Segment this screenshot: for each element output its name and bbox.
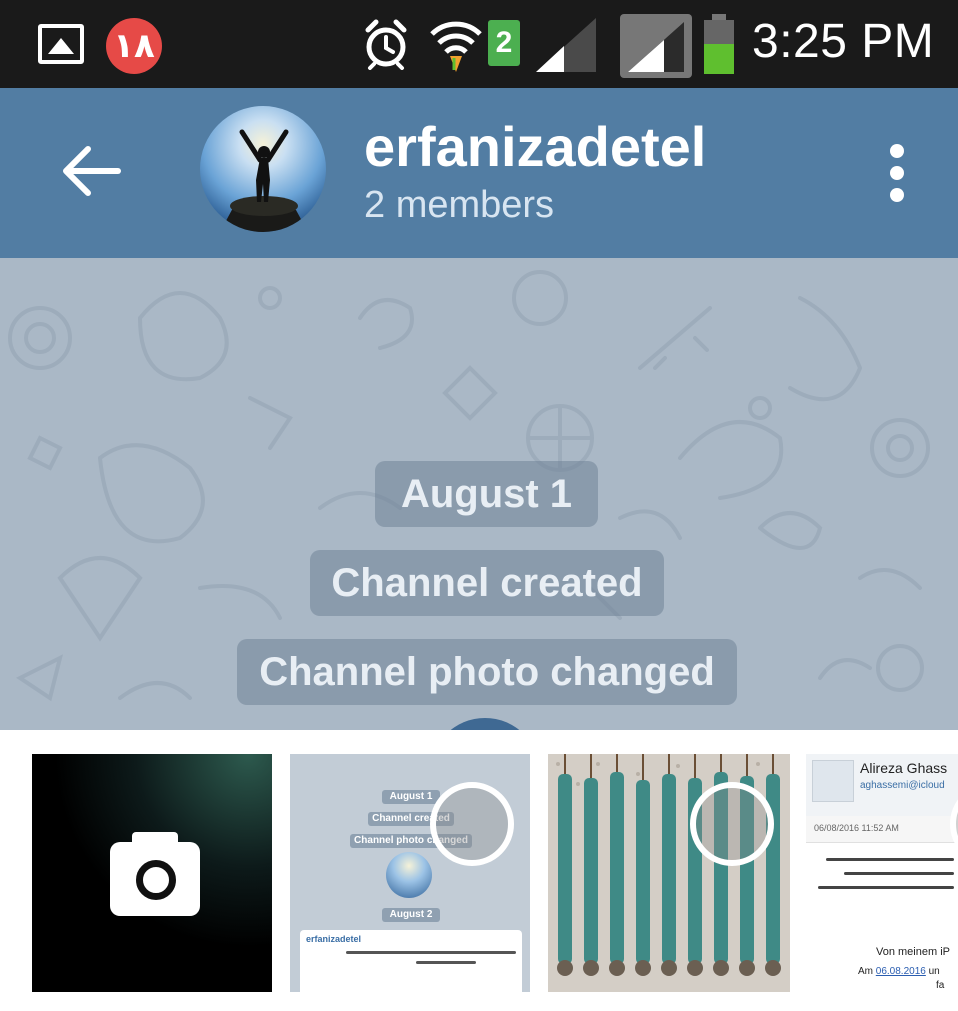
photo-thumbnail-email[interactable]: Alireza Ghass aghassemi@icloud 06/08/201… [806,754,958,992]
sim-slot-badge: 2 [488,20,520,66]
channel-avatar[interactable] [200,106,326,232]
notification-badge: ١٨ [106,18,162,74]
alarm-icon [362,18,410,75]
chat-subtitle: 2 members [364,184,555,226]
mini-service-message: August 2 [382,908,440,922]
status-time: 3:25 PM [752,15,935,68]
signal-icon [534,18,598,79]
email-date: 06/08/2016 11:52 AM [814,823,899,833]
service-message-channel-created: Channel created [310,550,664,616]
email-header: Alireza Ghass aghassemi@icloud [806,754,958,817]
photo-thumbnail-macrame[interactable] [548,754,790,992]
app-bar: erfanizadetel 2 members [0,88,958,258]
chat-title[interactable]: erfanizadetel [364,114,706,179]
mini-avatar [386,852,432,898]
select-circle[interactable] [690,782,774,866]
service-message-photo-changed: Channel photo changed [237,639,737,705]
email-signature: Von meinem iP [876,946,950,958]
email-quote-tail: fa [936,980,945,991]
mini-service-message: August 1 [382,790,440,804]
gallery-icon [38,24,84,64]
mini-message-bubble: erfanizadetel [300,930,522,992]
select-circle[interactable] [430,782,514,866]
more-vert-icon[interactable] [884,144,910,204]
mini-sender: erfanizadetel [306,934,362,944]
camera-thumbnail[interactable] [32,754,272,992]
chat-background: August 1 Channel created Channel photo c… [0,258,958,730]
back-arrow-icon[interactable] [60,143,122,204]
email-sender: Alireza Ghass [860,760,948,776]
email-date-row: 06/08/2016 11:52 AM [806,816,958,843]
service-message-date: August 1 [375,461,598,527]
signal-icon-secondary [620,14,692,83]
email-avatar [812,760,854,802]
email-quote-line: Am 06.08.2016 un [858,966,940,977]
wifi-icon [428,16,484,77]
status-bar: ١٨ 2 3:25 PM [0,0,958,88]
camera-icon [110,832,200,916]
photo-thumbnail-screenshot[interactable]: August 1 Channel created Channel photo c… [290,754,530,992]
battery-icon [704,14,734,74]
email-address: aghassemi@icloud [860,780,945,791]
photo-picker: August 1 Channel created Channel photo c… [0,730,958,1011]
